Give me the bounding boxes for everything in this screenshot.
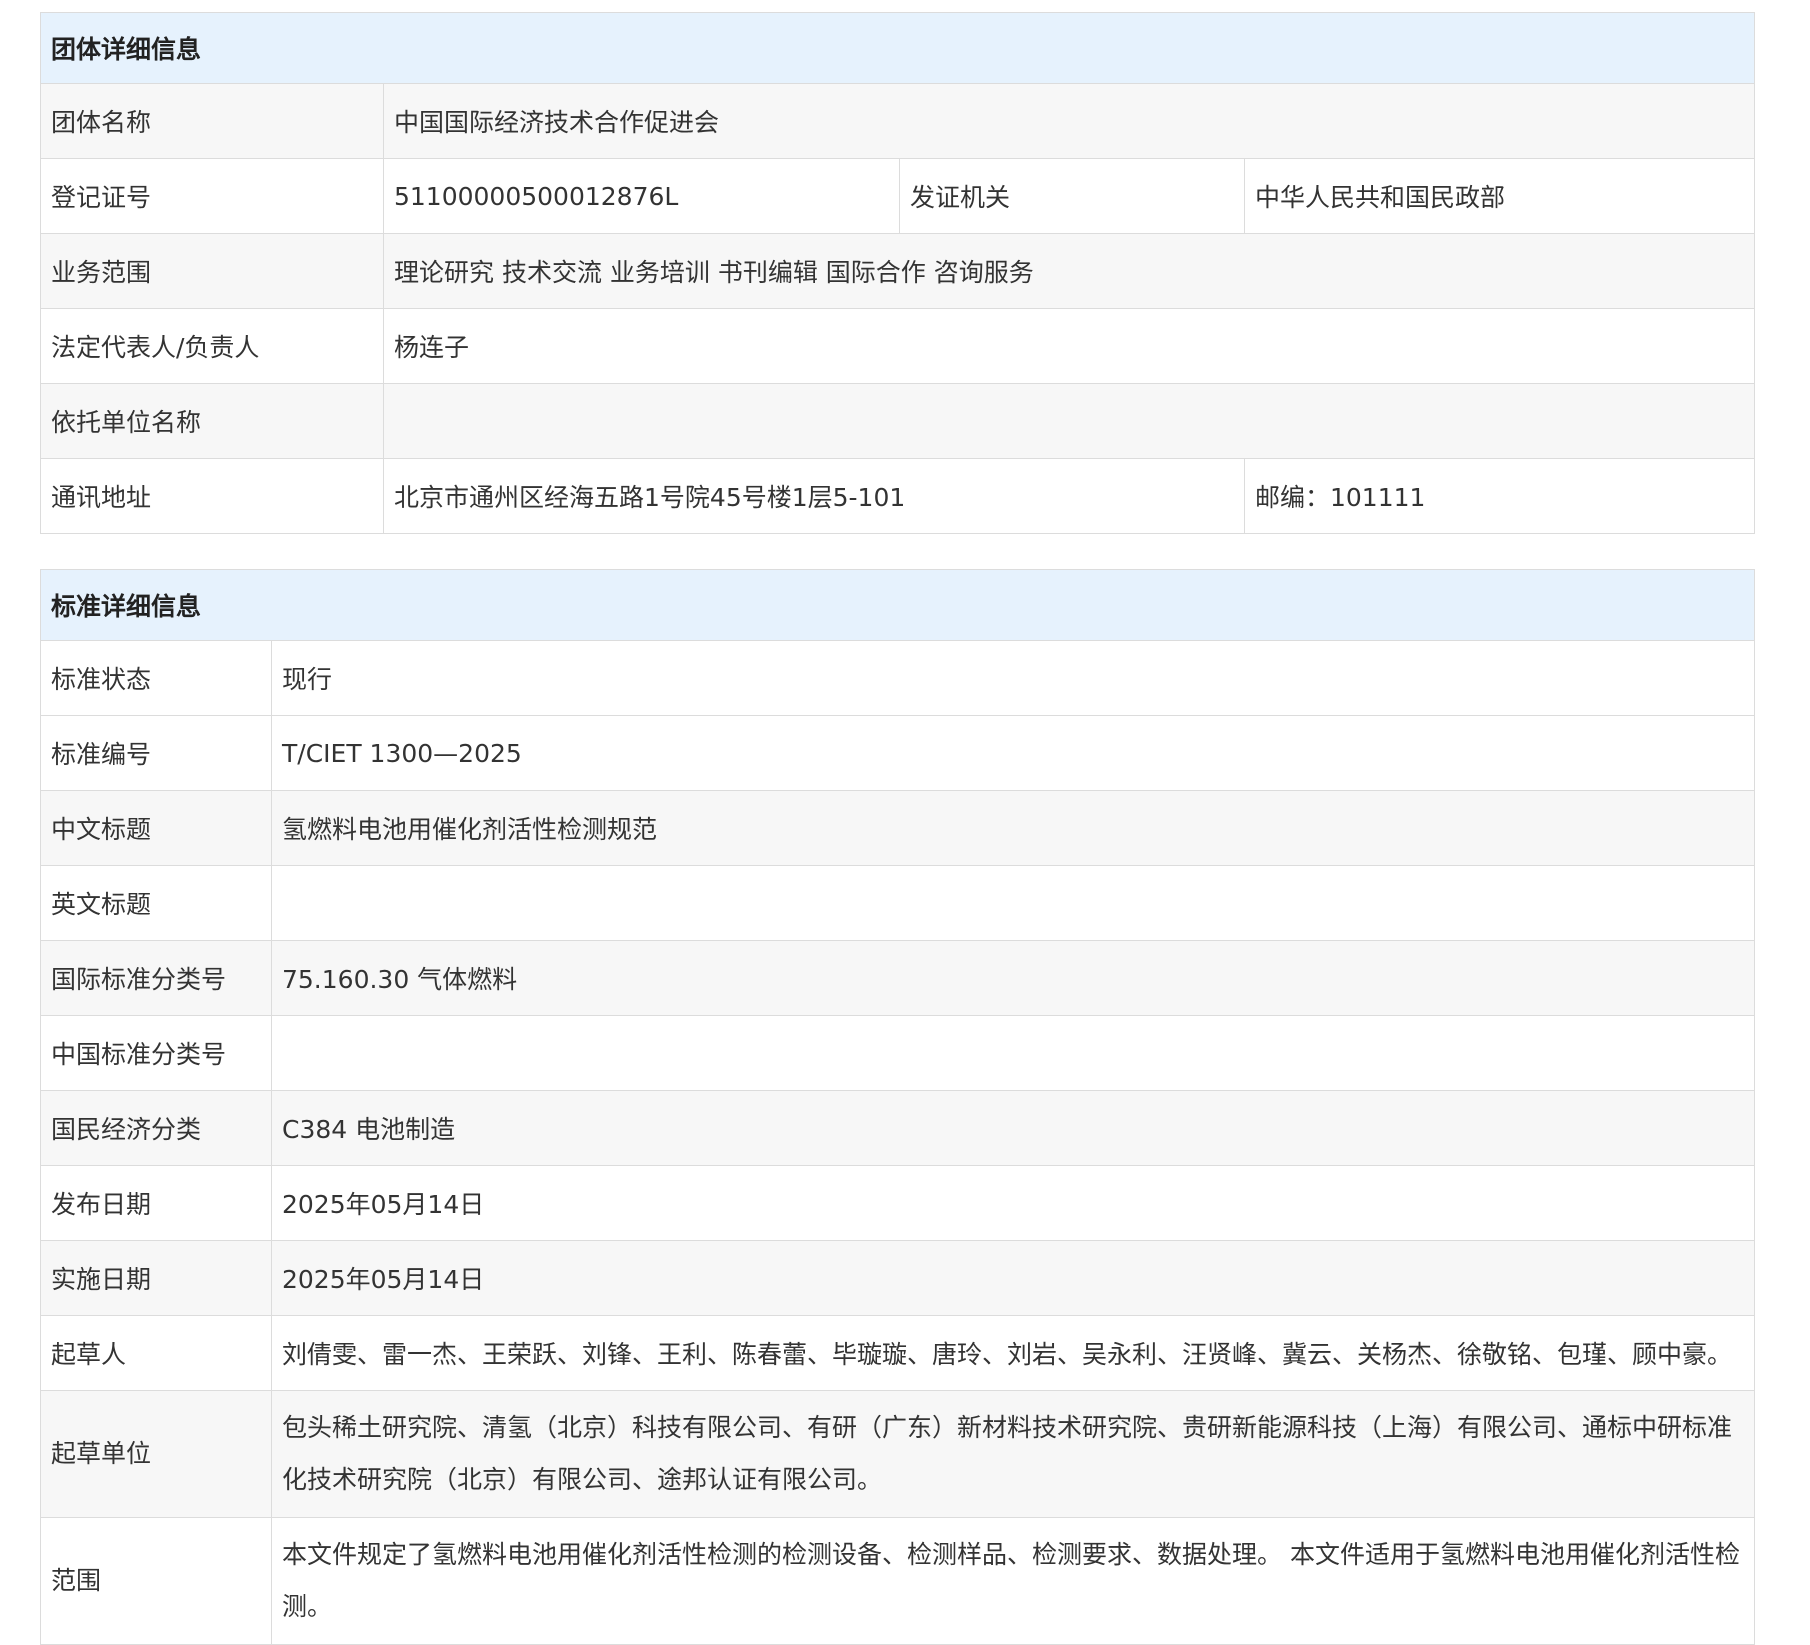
row-label: 起草人	[40, 1315, 272, 1391]
table-row: 起草单位 包头稀土研究院、清氢（北京）科技有限公司、有研（广东）新材料技术研究院…	[40, 1390, 1756, 1518]
table-row: 标准状态 现行	[40, 640, 1756, 716]
row-label: 英文标题	[40, 865, 272, 941]
row-label: 法定代表人/负责人	[40, 308, 384, 384]
standard-details-table: 标准详细信息 标准状态 现行 标准编号 T/CIET 1300—2025 中文标…	[39, 569, 1756, 1645]
publish-date-value: 2025年05月14日	[270, 1165, 1756, 1241]
table-row: 团体名称 中国国际经济技术合作促进会	[40, 83, 1756, 159]
chinese-title-value: 氢燃料电池用催化剂活性检测规范	[270, 790, 1756, 866]
table-row: 法定代表人/负责人 杨连子	[40, 308, 1756, 384]
registration-number-value: 51100000500012876L	[383, 158, 900, 234]
row-label: 中文标题	[40, 790, 272, 866]
row-label: 国际标准分类号	[40, 940, 272, 1016]
supporting-unit-value	[382, 383, 1756, 459]
standard-number-value: T/CIET 1300—2025	[270, 715, 1756, 791]
standard-details-panel: 标准详细信息 标准状态 现行 标准编号 T/CIET 1300—2025 中文标…	[39, 569, 1756, 1645]
table-row: 通讯地址 北京市通州区经海五路1号院45号楼1层5-101 邮编：101111	[40, 458, 1756, 534]
table-row: 依托单位名称	[40, 383, 1756, 459]
table-row: 英文标题	[40, 865, 1756, 941]
row-label: 团体名称	[40, 83, 384, 159]
postcode-value: 邮编：101111	[1243, 458, 1756, 534]
row-label: 范围	[40, 1517, 272, 1645]
english-title-value	[270, 865, 1756, 941]
row-label: 中国标准分类号	[40, 1015, 272, 1091]
row-label: 实施日期	[40, 1240, 272, 1316]
row-label: 起草单位	[40, 1390, 272, 1518]
row-label: 国民经济分类	[40, 1090, 272, 1166]
row-label: 登记证号	[40, 158, 384, 234]
legal-representative-value: 杨连子	[382, 308, 1756, 384]
business-scope-value: 理论研究 技术交流 业务培训 书刊编辑 国际合作 咨询服务	[382, 233, 1756, 309]
table-row: 发布日期 2025年05月14日	[40, 1165, 1756, 1241]
table-row: 业务范围 理论研究 技术交流 业务培训 书刊编辑 国际合作 咨询服务	[40, 233, 1756, 309]
group-details-panel: 团体详细信息 团体名称 中国国际经济技术合作促进会 登记证号 511000005…	[39, 12, 1756, 534]
row-label: 标准状态	[40, 640, 272, 716]
group-details-header: 团体详细信息	[39, 12, 1756, 84]
table-row: 中文标题 氢燃料电池用催化剂活性检测规范	[40, 790, 1756, 866]
table-row: 标准编号 T/CIET 1300—2025	[40, 715, 1756, 791]
issuing-authority-value: 中华人民共和国民政部	[1243, 158, 1756, 234]
drafting-units-value: 包头稀土研究院、清氢（北京）科技有限公司、有研（广东）新材料技术研究院、贵研新能…	[270, 1390, 1756, 1518]
ccs-value	[270, 1015, 1756, 1091]
table-row: 中国标准分类号	[40, 1015, 1756, 1091]
row-label: 业务范围	[40, 233, 384, 309]
table-row: 范围 本文件规定了氢燃料电池用催化剂活性检测的检测设备、检测样品、检测要求、数据…	[40, 1517, 1756, 1645]
group-name-value: 中国国际经济技术合作促进会	[382, 83, 1756, 159]
row-label: 标准编号	[40, 715, 272, 791]
address-value: 北京市通州区经海五路1号院45号楼1层5-101	[383, 458, 1245, 534]
table-row: 国民经济分类 C384 电池制造	[40, 1090, 1756, 1166]
drafters-value: 刘倩雯、雷一杰、王荣跃、刘锋、王利、陈春蕾、毕璇璇、唐玲、刘岩、吴永利、汪贤峰、…	[270, 1315, 1756, 1391]
standard-status-value: 现行	[270, 640, 1756, 716]
row-label: 发布日期	[40, 1165, 272, 1241]
table-row: 起草人 刘倩雯、雷一杰、王荣跃、刘锋、王利、陈春蕾、毕璇璇、唐玲、刘岩、吴永利、…	[40, 1315, 1756, 1391]
table-row: 实施日期 2025年05月14日	[40, 1240, 1756, 1316]
scope-value: 本文件规定了氢燃料电池用催化剂活性检测的检测设备、检测样品、检测要求、数据处理。…	[270, 1517, 1756, 1645]
standard-details-header: 标准详细信息	[39, 569, 1756, 641]
ics-value: 75.160.30 气体燃料	[270, 940, 1756, 1016]
implementation-date-value: 2025年05月14日	[270, 1240, 1756, 1316]
table-row: 国际标准分类号 75.160.30 气体燃料	[40, 940, 1756, 1016]
row-label: 通讯地址	[40, 458, 384, 534]
row-label: 依托单位名称	[40, 383, 384, 459]
group-details-table: 团体详细信息 团体名称 中国国际经济技术合作促进会 登记证号 511000005…	[39, 12, 1756, 534]
table-row: 登记证号 51100000500012876L 发证机关 中华人民共和国民政部	[40, 158, 1756, 234]
row-label: 发证机关	[899, 158, 1245, 234]
economic-classification-value: C384 电池制造	[270, 1090, 1756, 1166]
